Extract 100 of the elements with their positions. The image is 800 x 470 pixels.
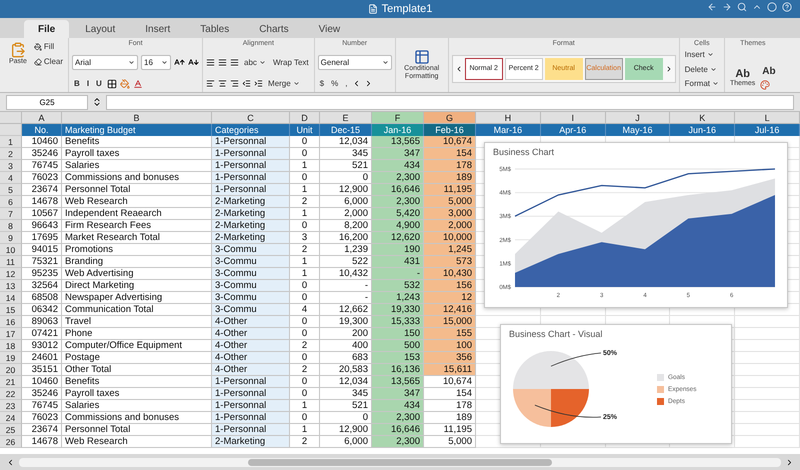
scroll-left-icon[interactable]	[6, 458, 15, 466]
scroll-thumb[interactable]	[248, 458, 552, 466]
empty-cell	[735, 400, 800, 412]
table-cell: 1	[290, 256, 320, 268]
column-header[interactable]: K	[670, 112, 736, 124]
column-header[interactable]: L	[735, 112, 800, 124]
table-cell: 13,565	[372, 136, 424, 148]
table-cell: 3-Commu	[212, 268, 290, 280]
row-number: 18	[0, 340, 22, 352]
forward-icon[interactable]	[722, 2, 732, 12]
borders-icon[interactable]	[106, 78, 117, 88]
scroll-right-icon[interactable]	[785, 458, 794, 466]
text-style-button[interactable]: I	[84, 77, 92, 90]
table-cell: 154	[424, 388, 476, 400]
theme-colors-icon[interactable]	[760, 80, 770, 90]
formula-field[interactable]	[106, 94, 794, 110]
align-top-icon[interactable]	[206, 58, 216, 66]
number-format-button[interactable]: %	[329, 77, 340, 90]
caret-icon[interactable]	[258, 58, 266, 66]
column-header[interactable]: E	[320, 112, 372, 124]
table-cell: Web Research	[62, 196, 212, 208]
table-cell: 4-Other	[212, 352, 290, 364]
row-number: 4	[0, 172, 22, 184]
merge-button[interactable]: Merge	[266, 77, 302, 90]
column-header[interactable]: D	[290, 112, 320, 124]
number-format-button[interactable]: $	[318, 77, 326, 90]
align-left-icon[interactable]	[206, 79, 216, 88]
ribbon-tab[interactable]: Layout	[71, 20, 130, 38]
number-format-button[interactable]: ,	[343, 77, 350, 90]
ribbon-tab[interactable]: Tables	[186, 20, 244, 38]
empty-cell	[735, 340, 800, 352]
font-size-select[interactable]: 16	[141, 54, 172, 70]
fill-button[interactable]: Fill	[32, 40, 66, 53]
column-header[interactable]: F	[372, 112, 424, 124]
table-cell: 2-Marketing	[212, 220, 290, 232]
ribbon-tab[interactable]: View	[304, 20, 354, 38]
circle-icon[interactable]	[767, 2, 777, 12]
help-icon[interactable]	[782, 2, 792, 12]
clear-button[interactable]: Clear	[32, 55, 66, 68]
table-cell: Postage	[62, 352, 212, 364]
outdent-icon[interactable]	[242, 79, 252, 88]
row-number: 23	[0, 400, 22, 412]
caret-icon[interactable]	[292, 80, 300, 87]
number-format-select[interactable]: General	[318, 54, 392, 70]
table-cell: 1-Personnal	[212, 148, 290, 160]
column-header[interactable]: C	[212, 112, 290, 124]
indent-icon[interactable]	[254, 79, 264, 88]
chart-title: Business Chart - Visual	[509, 329, 602, 339]
align-bottom-icon[interactable]	[230, 58, 240, 66]
cell-action-button[interactable]: Format	[682, 76, 721, 90]
text-style-button[interactable]: U	[94, 77, 104, 90]
empty-cell	[735, 364, 800, 376]
fill-color-icon[interactable]	[120, 78, 130, 88]
column-header[interactable]: I	[540, 112, 606, 124]
header-cell: Mar-16	[476, 124, 541, 136]
theme-fonts-button[interactable]: Ab	[760, 65, 778, 78]
column-header[interactable]: H	[476, 112, 541, 124]
header-cell: No.	[22, 124, 62, 136]
cell-action-button[interactable]: Insert	[682, 48, 721, 62]
search-icon[interactable]	[737, 2, 747, 12]
table-cell: 12,900	[320, 424, 372, 436]
grow-font-icon[interactable]	[174, 56, 186, 68]
table-cell: 2-Marketing	[212, 436, 290, 448]
text-style-button[interactable]: B	[72, 77, 82, 90]
ribbon-tab[interactable]: File	[24, 20, 70, 38]
column-header[interactable]: G	[424, 112, 476, 124]
cell-action-button[interactable]: Delete	[682, 62, 721, 76]
empty-cell	[735, 412, 800, 424]
table-cell: 23674	[22, 184, 62, 196]
shrink-font-icon[interactable]	[188, 56, 200, 68]
column-header[interactable]: J	[606, 112, 670, 124]
ribbon-tab[interactable]: Charts	[245, 20, 303, 38]
table-cell: 10,432	[320, 268, 372, 280]
text-orientation-button[interactable]: abc	[242, 56, 268, 68]
table-cell: 434	[372, 160, 424, 172]
back-icon[interactable]	[707, 2, 717, 12]
table-cell: 1	[290, 424, 320, 436]
align-middle-icon[interactable]	[218, 58, 228, 66]
row-number: 2	[0, 148, 22, 160]
caret-icon[interactable]	[161, 58, 168, 66]
column-header[interactable]: A	[22, 112, 62, 124]
table-cell: 10,674	[424, 136, 476, 148]
table-cell: 1-Personnal	[212, 412, 290, 424]
font-select[interactable]: Arial	[72, 54, 138, 70]
name-box[interactable]: G25	[6, 94, 88, 110]
wrap-text-button[interactable]: Wrap Text	[270, 56, 311, 68]
stepper-icon[interactable]	[92, 97, 102, 107]
table-cell: Promotions	[62, 244, 212, 256]
align-center-icon[interactable]	[218, 79, 228, 88]
table-cell: 1,245	[424, 244, 476, 256]
caret-icon[interactable]	[382, 58, 389, 66]
table-cell: 2	[290, 244, 320, 256]
table-cell: 1-Personnal	[212, 184, 290, 196]
table-cell: 6,000	[320, 436, 372, 448]
font-color-icon[interactable]	[132, 78, 143, 88]
table-cell: 3-Commu	[212, 304, 290, 316]
caret-icon[interactable]	[128, 58, 136, 66]
align-right-icon[interactable]	[230, 79, 240, 88]
ribbon-tab[interactable]: Insert	[131, 20, 184, 38]
column-header[interactable]: B	[62, 112, 212, 124]
